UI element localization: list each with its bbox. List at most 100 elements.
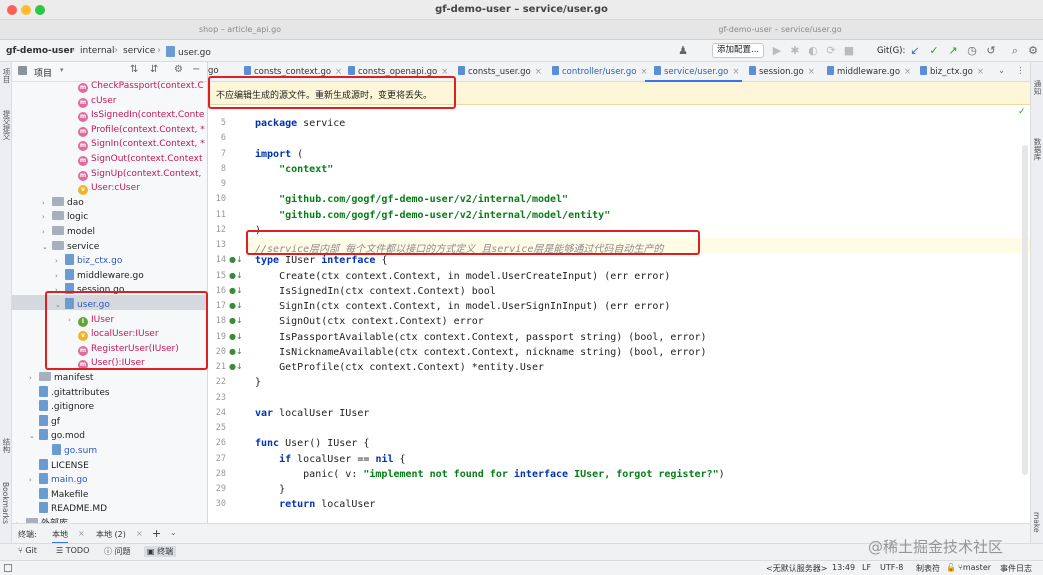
search-icon[interactable]: ⌕ [1008,44,1022,58]
editor-tab-controller-user[interactable]: controller/user.go × [552,66,648,77]
add-terminal-button[interactable]: + [152,527,161,540]
settings-icon[interactable]: ⚙ [1026,44,1040,58]
status-encoding[interactable]: UTF-8 [880,563,903,572]
tree-item[interactable]: m cUser [68,94,116,109]
git-update-icon[interactable]: ↙ [908,44,922,58]
tree-item[interactable]: › model [42,225,95,240]
tool-window-problems[interactable]: ⓘ 问题 [104,546,131,557]
status-branch[interactable]: ⑂master [958,563,991,572]
close-icon[interactable]: × [808,67,815,77]
close-icon[interactable]: × [78,529,85,538]
chevron-right-icon[interactable]: › [29,473,39,488]
history-icon[interactable]: ◷ [965,44,979,58]
tree-item[interactable]: m SignIn(context.Context, * [68,137,205,152]
tree-item[interactable]: › logic [42,210,88,225]
breadcrumb-internal[interactable]: internal [80,46,115,56]
tree-item[interactable]: › dao [42,196,84,211]
window-tab-shop[interactable]: shop – article_api.go [120,25,360,34]
tree-item[interactable]: › biz_ctx.go [55,254,122,269]
close-icon[interactable]: × [136,529,143,538]
stop-icon[interactable]: ■ [842,44,856,58]
tree-item[interactable]: .gitignore [29,400,94,415]
rollback-icon[interactable]: ↺ [984,44,998,58]
tree-item[interactable]: v User:cUser [68,181,140,196]
tree-item[interactable]: ⌄ go.mod [29,429,85,444]
close-icon[interactable]: × [977,67,984,77]
status-line-ending[interactable]: LF [862,563,871,572]
close-icon[interactable]: × [904,67,911,77]
project-panel-title[interactable]: 项目 [34,66,52,79]
breadcrumb-file[interactable]: user.go [166,46,211,58]
status-event-log[interactable]: 事件日志 [1000,563,1032,574]
layout-icon[interactable] [4,564,12,572]
tree-item[interactable]: › middleware.go [55,268,144,284]
tree-item[interactable]: Makefile [29,487,88,503]
expand-all-icon[interactable]: ⇅ [130,64,138,75]
breadcrumb-project[interactable]: gf-demo-user [6,46,74,56]
tool-window-todo[interactable]: ☰ TODO [56,546,89,555]
project-tool-button[interactable]: 项目 [1,68,12,83]
status-position[interactable]: 13:49 [832,563,855,572]
editor-tab-middleware[interactable]: middleware.go × [827,66,911,77]
structure-tool-button[interactable]: 结构 [1,438,12,453]
tree-item[interactable]: › manifest [29,371,93,386]
tree-item[interactable]: go.sum [42,444,97,459]
debug-icon[interactable]: ✱ [788,44,802,58]
tree-item[interactable]: .gitattributes [29,385,110,401]
chevron-down-icon[interactable]: ⌄ [29,429,39,444]
tab-list-chevron-icon[interactable]: ⌄ [998,66,1005,76]
git-push-icon[interactable]: ↗ [946,44,960,58]
tree-item[interactable]: m SignUp(context.Context, [68,167,201,182]
database-tool-button[interactable]: 数据库 [1032,138,1043,161]
chevron-down-icon[interactable]: ▾ [60,66,64,74]
coverage-icon[interactable]: ◐ [806,44,820,58]
window-tab-gf-demo-user[interactable]: gf-demo-user – service/user.go [680,25,880,34]
chevron-right-icon[interactable]: › [55,269,65,284]
editor-tab-session[interactable]: session.go × [749,66,815,77]
hide-panel-icon[interactable]: − [192,64,200,75]
editor-tab-partial[interactable]: go [208,66,219,76]
tree-item[interactable]: ⌄ service [42,240,99,255]
editor-tab-service-user[interactable]: service/user.go × [654,66,740,77]
run-icon[interactable]: ▶ [770,44,784,58]
more-options-icon[interactable]: ⋮ [1016,66,1025,76]
user-icon[interactable]: ♟ [676,44,690,58]
profile-icon[interactable]: ⟳ [824,44,838,58]
tool-window-terminal[interactable]: ▣ 终端 [144,546,177,557]
chevron-right-icon[interactable]: › [29,371,39,386]
tool-window-git[interactable]: ⑂ Git [18,546,37,555]
tree-item[interactable]: README.MD [29,502,107,517]
chevron-right-icon[interactable]: › [42,225,52,240]
bookmarks-tool-button[interactable]: Bookmarks [1,482,10,524]
editor-tab-consts-user[interactable]: consts_user.go × [458,66,542,77]
terminal-tab-local-2[interactable]: 本地 (2) [96,529,126,540]
tree-item[interactable]: m IsSignedIn(context.Conte [68,108,204,123]
status-service[interactable]: <无默认服务器> [766,563,827,574]
chevron-right-icon[interactable]: › [42,210,52,225]
editor-tab-biz-ctx[interactable]: biz_ctx.go × [920,66,984,77]
close-icon[interactable]: × [640,67,647,77]
chevron-down-icon[interactable]: ⌄ [42,240,52,255]
add-configuration-button[interactable]: 添加配置... [712,43,765,58]
tree-item[interactable]: gf [29,414,60,430]
collapse-all-icon[interactable]: ⇵ [150,64,158,75]
git-commit-icon[interactable]: ✓ [927,44,941,58]
close-icon[interactable]: × [535,67,542,77]
terminal-tab-local[interactable]: 本地 [52,529,68,544]
gear-icon[interactable]: ⚙ [174,64,183,75]
code-editor[interactable]: ✓ 5 6 7 8 9 10 11 12 13 14 ●↓ 15 ●↓ 16 ●↓ 17 ●↓ 18 ●↓ 19 ●↓ 2… [208,105,1030,523]
tree-item[interactable]: m Profile(context.Context, * [68,123,205,138]
chevron-down-icon[interactable]: ⌄ [170,528,177,537]
chevron-right-icon[interactable]: › [42,196,52,211]
tree-item[interactable]: LICENSE [29,458,89,474]
chevron-right-icon[interactable]: › [55,254,65,269]
breadcrumb-service[interactable]: service [123,46,155,56]
notifications-tool-button[interactable]: 通知 [1032,80,1043,95]
tree-item[interactable]: m SignOut(context.Context [68,152,203,167]
status-indent[interactable]: 制表符 [916,563,940,574]
commit-tool-button[interactable]: 提交提交 [1,110,12,140]
tree-item[interactable]: m CheckPassport(context.C [68,79,204,94]
tree-item[interactable]: › main.go [29,473,88,488]
close-icon[interactable]: × [732,67,739,77]
lock-icon[interactable]: 🔓 [946,563,956,572]
